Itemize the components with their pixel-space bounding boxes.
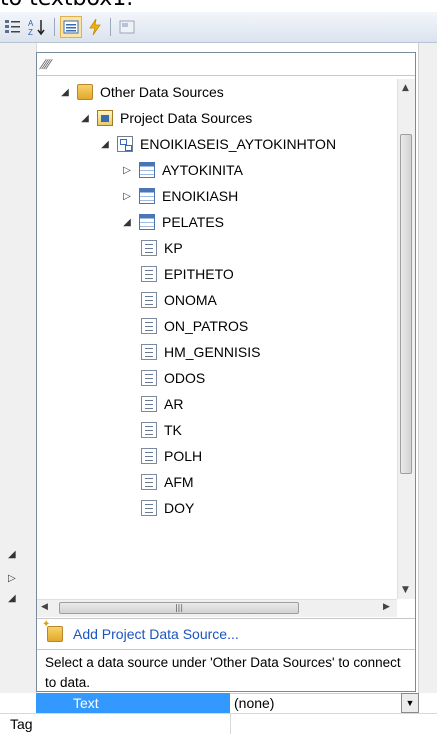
scroll-down-arrow-icon[interactable]: ▼ [402,585,409,595]
scroll-right-arrow-icon[interactable]: ▶ [383,602,390,612]
events-lightning-icon[interactable] [84,16,106,38]
tree-item[interactable]: KP [141,235,183,261]
tree-item[interactable]: POLH [141,443,202,469]
folder-icon [77,84,93,100]
field-icon [141,396,157,412]
tree-item-label: Project Data Sources [120,110,253,126]
collapse-triangle-icon[interactable]: ◢ [8,593,16,604]
tree-item-label: ENOIKIASEIS_AYTOKINHTON [140,136,337,152]
field-icon [141,318,157,334]
toolbar-separator [110,18,111,36]
property-pages-icon[interactable] [116,16,138,38]
svg-text:A: A [28,19,34,28]
collapse-triangle-icon[interactable]: ◢ [8,549,16,560]
property-row-text[interactable]: Text (none) ▼ [36,693,419,713]
field-icon [141,292,157,308]
properties-icon[interactable] [60,16,82,38]
collapse-arrow-icon[interactable]: ◢ [57,87,73,98]
horizontal-scrollbar[interactable]: ◀ ||| ▶ [37,599,397,617]
field-icon [141,344,157,360]
table-icon [139,162,155,178]
vertical-scroll-thumb[interactable] [400,134,412,474]
add-data-source-icon [42,619,63,642]
tree-item-label: KP [164,240,183,256]
tree-item-label: EPITHETO [164,266,234,282]
property-name: Text [36,693,230,713]
add-project-data-source-link[interactable]: Add Project Data Source... [37,618,415,649]
alphabetical-sort-icon[interactable]: AZ [26,16,48,38]
scroll-left-arrow-icon[interactable]: ◀ [41,602,48,612]
tree-item-label: TK [164,422,182,438]
tree-item-label: AFM [164,474,194,490]
collapse-arrow-icon[interactable]: ◢ [119,217,135,228]
table-icon [139,188,155,204]
tree-item[interactable]: ◢ Project Data Sources [77,105,252,131]
field-icon [141,240,157,256]
tree-item-label: AR [164,396,184,412]
tree-item-label: ONOMA [164,292,217,308]
expand-arrow-icon[interactable]: ▷ [119,165,135,176]
tree-item-label: AYTOKINITA [162,162,243,178]
field-icon [141,266,157,282]
table-icon [139,214,155,230]
field-icon [141,370,157,386]
property-value[interactable]: (none) [230,693,401,713]
resize-grip-icon[interactable]: //// [38,57,51,71]
dropdown-arrow-icon[interactable]: ▼ [401,693,419,713]
project-data-sources-icon [97,110,113,126]
expand-triangle-icon[interactable]: ▷ [8,573,16,584]
tree-item-label: PELATES [162,214,224,230]
property-name: Tag [10,716,33,732]
tree-item[interactable]: ◢ ENOIKIASEIS_AYTOKINHTON [97,131,336,157]
tree-item[interactable]: ◢ Other Data Sources [57,79,224,105]
tree-item[interactable]: ▷ AYTOKINITA [119,157,243,183]
tree-item[interactable]: ON_PATROS [141,313,248,339]
data-source-dropdown-panel: //// ◢ Other Data Sources ◢ Project Data So… [36,52,416,692]
tree-item[interactable]: ◢ PELATES [119,209,224,235]
field-icon [141,500,157,516]
tree-item-label: POLH [164,448,203,464]
field-icon [141,474,157,490]
tree-item-label: Other Data Sources [100,84,224,100]
tree-item[interactable]: ODOS [141,365,205,391]
properties-toolbar: AZ [0,12,437,43]
categorized-icon[interactable] [2,16,24,38]
tree-item-label: ON_PATROS [164,318,249,334]
property-row-tag[interactable]: Tag [0,713,437,734]
scroll-up-arrow-icon[interactable]: ▲ [402,83,409,93]
tree-item[interactable]: AR [141,391,183,417]
panel-header: //// [37,53,415,76]
tree-item-label: ENOIKIASH [162,188,239,204]
expand-arrow-icon[interactable]: ▷ [119,191,135,202]
property-divider [230,714,231,734]
vertical-scrollbar[interactable]: ▲ ▼ [397,79,415,599]
tree-item[interactable]: ONOMA [141,287,217,313]
tree-item[interactable]: AFM [141,469,194,495]
tree-item-label: ODOS [164,370,206,386]
svg-text:Z: Z [28,28,33,36]
tree-item[interactable]: HM_GENNISIS [141,339,260,365]
right-edge-strip [418,43,437,693]
help-text: Select a data source under 'Other Data S… [37,649,415,693]
add-link-label: Add Project Data Source... [73,626,239,642]
data-source-tree: ◢ Other Data Sources ◢ Project Data Sources… [37,79,397,599]
tree-item[interactable]: DOY [141,495,194,521]
collapse-arrow-icon[interactable]: ◢ [97,139,113,150]
field-icon [141,448,157,464]
tree-item[interactable]: TK [141,417,182,443]
collapse-arrow-icon[interactable]: ◢ [77,113,93,124]
left-margin-strip: ◢ ▷ ◢ [0,43,37,693]
toolbar-separator [54,18,55,36]
tree-item[interactable]: EPITHETO [141,261,234,287]
dataset-icon [117,136,133,152]
field-icon [141,422,157,438]
caption-text: to textbox1. [0,0,133,11]
tree-item-label: DOY [164,500,195,516]
tree-item[interactable]: ▷ ENOIKIASH [119,183,238,209]
tree-item-label: HM_GENNISIS [164,344,261,360]
horizontal-scroll-thumb[interactable]: ||| [59,602,299,614]
